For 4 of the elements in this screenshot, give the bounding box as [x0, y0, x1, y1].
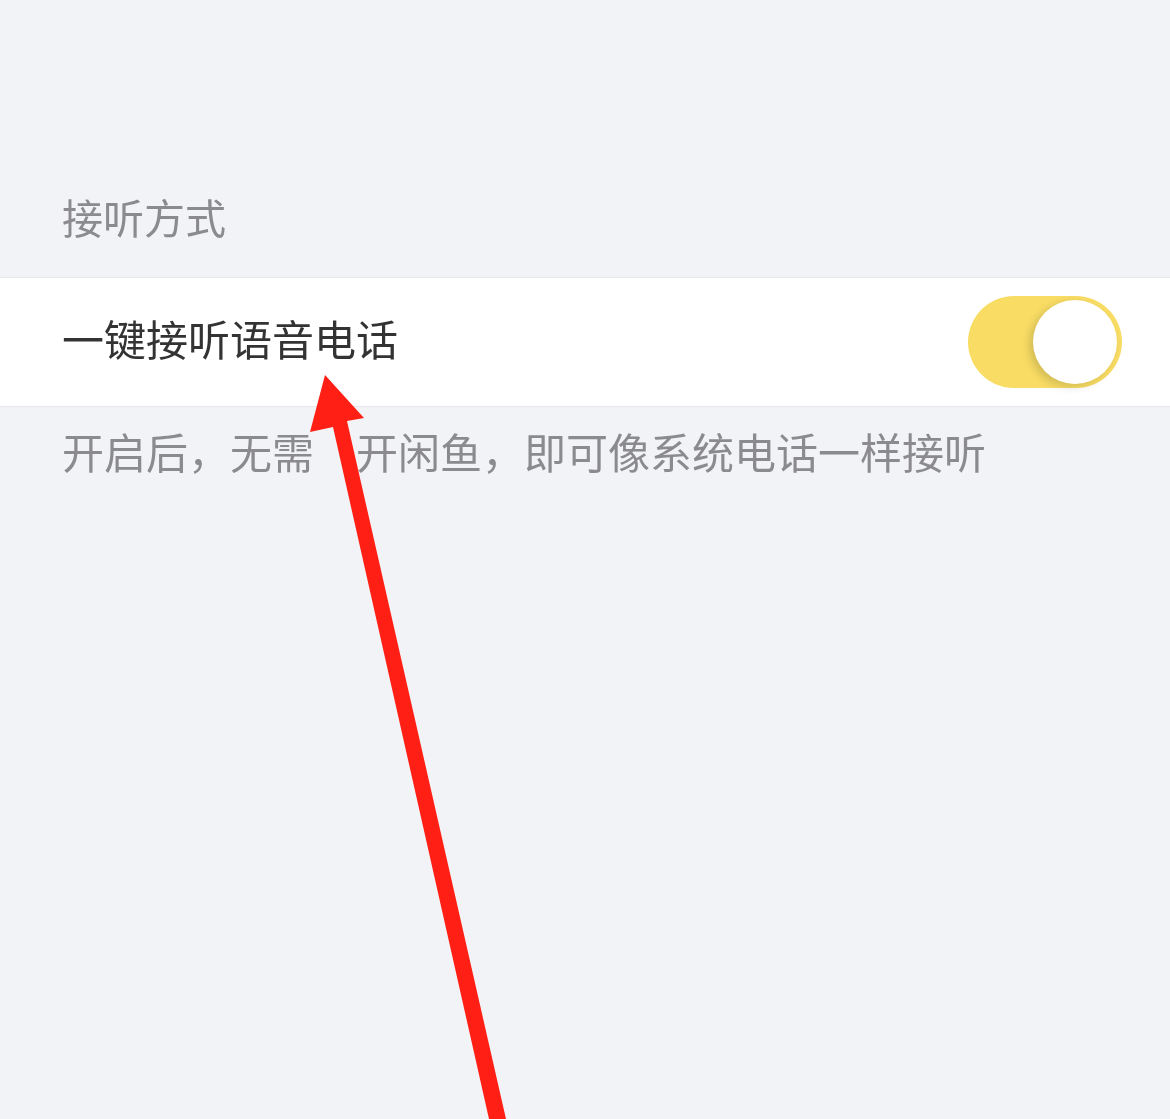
description-text: 开闲鱼，即可像系统电话一样接听	[356, 434, 986, 476]
setting-label: 一键接听语音电话	[62, 321, 398, 363]
section-header: 接听方式	[62, 199, 226, 241]
description-text: 开启后，无需	[62, 434, 314, 476]
